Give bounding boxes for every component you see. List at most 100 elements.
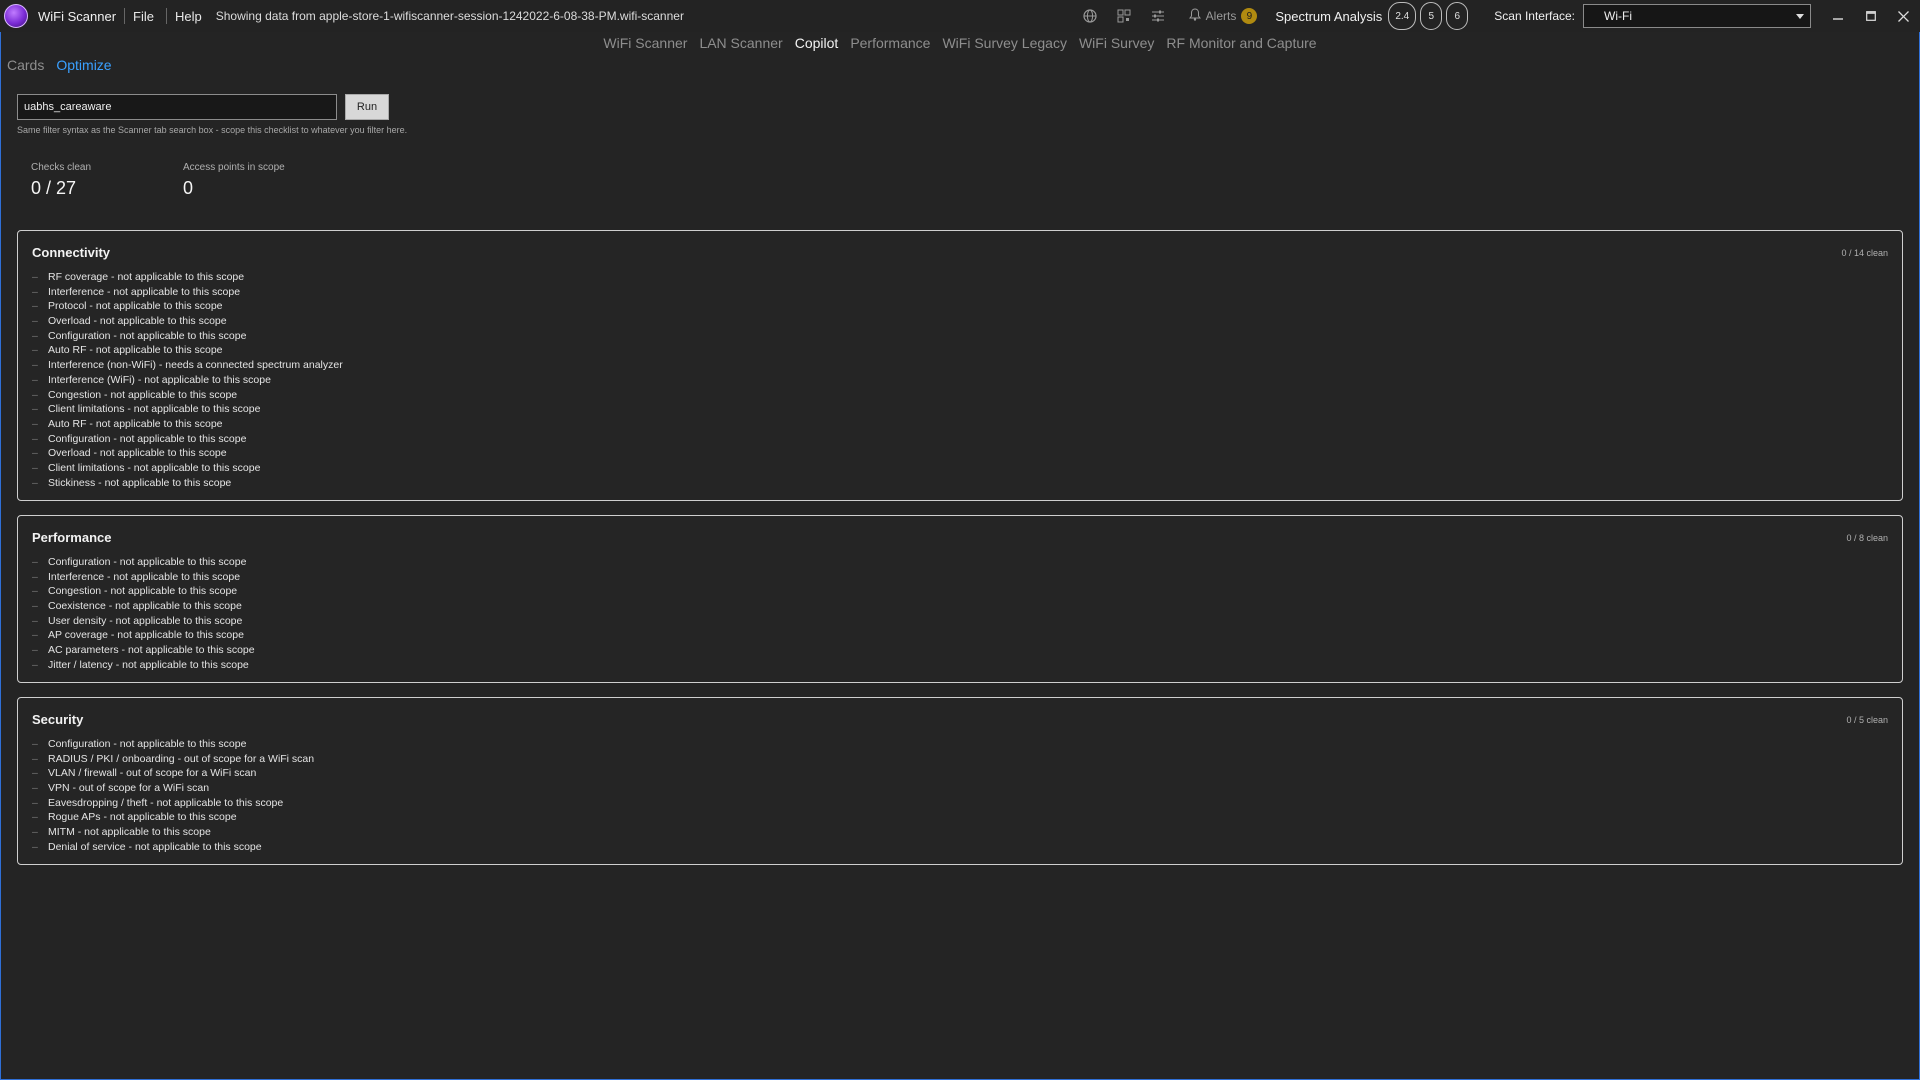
check-text: AC parameters - not applicable to this s… — [48, 644, 255, 657]
band-2-4-button[interactable]: 2.4 — [1388, 2, 1417, 30]
qr-grid-icon[interactable] — [1115, 7, 1133, 25]
list-item: – Configuration - not applicable to this … — [32, 738, 247, 750]
list-item: – Interference (WiFi) - not applicable to… — [32, 373, 271, 386]
check-text: Auto RF - not applicable to this scope — [48, 344, 223, 357]
check-text: Client limitations - not applicable to t… — [48, 461, 261, 474]
check-text: Interference - not applicable to this sc… — [48, 285, 241, 298]
tab-lan-scanner[interactable]: LAN Scanner — [699, 35, 782, 51]
title-separator — [124, 8, 126, 24]
list-item: – Interference - not applicable to this s… — [32, 285, 241, 298]
list-item: – Congestion - not applicable to this sco… — [32, 388, 238, 401]
close-icon — [1898, 10, 1909, 22]
check-text: Overload - not applicable to this scope — [48, 315, 227, 328]
check-text: Stickiness - not applicable to this scop… — [48, 476, 232, 489]
list-item: – Stickiness - not applicable to this sco… — [32, 476, 232, 489]
performance-panel: Performance 0 / 8 clean – Configuration -… — [17, 515, 1903, 683]
app-name: WiFi Scanner — [38, 8, 117, 24]
list-item: – Interference (non-WiFi) - needs a conne… — [32, 359, 343, 372]
alerts-label: Alerts — [1205, 9, 1237, 23]
check-text: Auto RF - not applicable to this scope — [48, 417, 223, 430]
panel-clean-count: 0 / 14 clean — [1841, 248, 1888, 258]
panel-title: Connectivity — [32, 245, 111, 260]
check-text: Interference - not applicable to this sc… — [48, 570, 241, 583]
list-item: – Client limitations - not applicable to … — [32, 461, 261, 474]
check-text: Jitter / latency - not applicable to thi… — [48, 658, 249, 671]
title-bar-controls: Alerts 9 Spectrum Analysis 2.4 5 6 Scan … — [1073, 0, 1920, 32]
tab-wifi-survey-legacy[interactable]: WiFi Survey Legacy — [942, 35, 1066, 51]
check-text: VLAN / firewall - out of scope for a WiF… — [48, 767, 257, 780]
check-text: Denial of service - not applicable to th… — [48, 840, 262, 853]
check-text: VPN - out of scope for a WiFi scan — [48, 782, 210, 795]
app-logo-icon — [4, 4, 28, 28]
run-button[interactable]: Run — [345, 94, 389, 120]
check-text: Client limitations - not applicable to t… — [48, 403, 261, 416]
check-text: User density - not applicable to this sc… — [48, 614, 243, 627]
tab-copilot[interactable]: Copilot — [795, 35, 839, 51]
spectrum-analysis-label: Spectrum Analysis — [1275, 8, 1383, 24]
menu-separator — [165, 8, 167, 24]
list-item: – Overload - not applicable to this scope — [32, 447, 227, 460]
alerts-button[interactable]: Alerts 9 — [1188, 8, 1258, 24]
minimize-button[interactable] — [1821, 0, 1854, 32]
connectivity-panel: Connectivity 0 / 14 clean – RF coverage -… — [17, 230, 1903, 501]
list-item: – Denial of service - not applicable to t… — [32, 840, 262, 853]
sliders-icon[interactable] — [1149, 7, 1167, 25]
menu-file[interactable]: File — [133, 9, 154, 24]
check-text: Configuration - not applicable to this s… — [48, 556, 247, 568]
chevron-down-icon — [1796, 13, 1804, 19]
panel-clean-count: 0 / 8 clean — [1846, 533, 1888, 543]
title-bar: WiFi Scanner File Help Showing data from… — [0, 0, 1920, 32]
bell-icon — [1188, 8, 1201, 24]
filter-row: Run — [17, 94, 389, 120]
subtab-optimize[interactable]: Optimize — [56, 57, 111, 73]
list-item: – VPN - out of scope for a WiFi scan — [32, 782, 210, 795]
check-text: Configuration - not applicable to this s… — [48, 738, 247, 750]
scan-interface-select[interactable]: Wi-Fi — [1583, 4, 1811, 28]
list-item: – Interference - not applicable to this s… — [32, 570, 241, 583]
tab-wifi-scanner[interactable]: WiFi Scanner — [603, 35, 687, 51]
list-item: – Configuration - not applicable to this … — [32, 432, 247, 445]
scope-filter-input[interactable] — [17, 94, 337, 120]
minimize-icon — [1832, 18, 1843, 20]
checks-clean-label: Checks clean — [31, 162, 92, 173]
filter-hint: Same filter syntax as the Scanner tab se… — [17, 125, 408, 135]
checklist: – RF coverage - not applicable to this sc… — [32, 270, 1888, 490]
list-item: – AC parameters - not applicable to this … — [32, 644, 255, 657]
scan-interface-value: Wi-Fi — [1604, 9, 1632, 23]
check-text: Congestion - not applicable to this scop… — [48, 388, 238, 401]
panel-title: Security — [32, 712, 84, 727]
globe-icon[interactable] — [1081, 7, 1099, 25]
checklist: – Configuration - not applicable to this … — [32, 555, 1888, 673]
menu-help[interactable]: Help — [175, 9, 202, 24]
check-text: Interference (WiFi) - not applicable to … — [48, 373, 271, 386]
tab-performance[interactable]: Performance — [850, 35, 930, 51]
band-5-button[interactable]: 5 — [1420, 2, 1443, 30]
band-6-button[interactable]: 6 — [1446, 2, 1469, 30]
list-item: – VLAN / firewall - out of scope for a Wi… — [32, 767, 257, 780]
list-item: – Auto RF - not applicable to this scope — [32, 344, 223, 357]
check-text: MITM - not applicable to this scope — [48, 826, 211, 839]
list-item: – MITM - not applicable to this scope — [32, 826, 211, 839]
session-info: Showing data from apple-store-1-wifiscan… — [215, 9, 684, 23]
list-item: – User density - not applicable to this s… — [32, 614, 243, 627]
alerts-count-badge: 9 — [1241, 8, 1258, 24]
maximize-button[interactable] — [1854, 0, 1887, 32]
list-item: – Configuration - not applicable to this … — [32, 329, 247, 342]
security-panel: Security 0 / 5 clean – Configuration - no… — [17, 697, 1903, 865]
close-button[interactable] — [1887, 0, 1920, 32]
list-item: – Rogue APs - not applicable to this scop… — [32, 811, 237, 824]
aps-in-scope-value: 0 — [183, 178, 194, 198]
check-text: Eavesdropping / theft - not applicable t… — [48, 796, 284, 809]
panel-title: Performance — [32, 530, 112, 545]
check-text: RADIUS / PKI / onboarding - out of scope… — [48, 752, 315, 765]
check-text: Configuration - not applicable to this s… — [48, 329, 247, 342]
subtab-cards[interactable]: Cards — [7, 57, 44, 73]
check-text: RF coverage - not applicable to this sco… — [48, 271, 245, 283]
tab-rf-monitor-capture[interactable]: RF Monitor and Capture — [1166, 35, 1316, 51]
list-item: – Jitter / latency - not applicable to th… — [32, 658, 249, 671]
check-text: Overload - not applicable to this scope — [48, 447, 227, 460]
tab-wifi-survey[interactable]: WiFi Survey — [1079, 35, 1154, 51]
panel-clean-count: 0 / 5 clean — [1846, 715, 1888, 725]
list-item: – Protocol - not applicable to this scope — [32, 300, 223, 313]
maximize-icon — [1865, 11, 1876, 21]
